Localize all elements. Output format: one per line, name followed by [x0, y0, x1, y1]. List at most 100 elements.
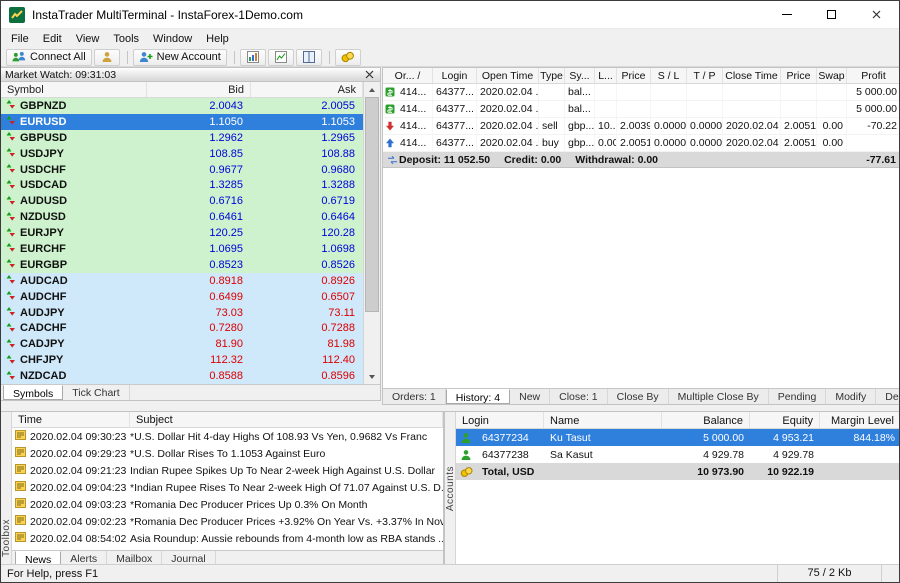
market-watch-row-eurchf[interactable]: EURCHF1.06951.0698 [1, 241, 363, 257]
orders-col-login[interactable]: Login [433, 68, 477, 83]
order-row[interactable]: 414...64377...2020.02.04 ...sellgbp...10… [383, 118, 900, 135]
order-row[interactable]: 414...64377...2020.02.04 ...bal...5 000.… [383, 101, 900, 118]
scroll-down-icon[interactable] [364, 369, 380, 384]
menu-item-help[interactable]: Help [199, 31, 236, 47]
news-row[interactable]: 2020.02.04 09:03:23*Romania Dec Producer… [12, 496, 443, 513]
news-col-time[interactable]: Time [12, 412, 130, 428]
accounts-col-margin-level[interactable]: Margin Level [820, 412, 900, 428]
tab-orders-1[interactable]: Orders: 1 [383, 389, 446, 404]
menu-item-view[interactable]: View [69, 31, 107, 47]
market-watch-row-audchf[interactable]: AUDCHF0.64990.6507 [1, 289, 363, 305]
new-account-button[interactable]: New Account [133, 49, 227, 66]
order-row[interactable]: 414...64377...2020.02.04 ...bal...5 000.… [383, 84, 900, 101]
accounts-side-tab[interactable]: Accounts [445, 412, 456, 565]
orders-col-swap[interactable]: Swap [817, 68, 847, 83]
news-row[interactable]: 2020.02.04 08:54:02Asia Roundup: Aussie … [12, 530, 443, 547]
market-watch-row-audjpy[interactable]: AUDJPY73.0373.11 [1, 305, 363, 321]
close-button[interactable] [854, 1, 899, 28]
tab-modify[interactable]: Modify [826, 389, 876, 404]
market-watch-col-symbol[interactable]: Symbol [1, 82, 147, 97]
tab-mailbox[interactable]: Mailbox [107, 551, 162, 565]
tab-news[interactable]: News [15, 551, 61, 565]
accounts-col-balance[interactable]: Balance [662, 412, 750, 428]
market-watch-row-cadchf[interactable]: CADCHF0.72800.7288 [1, 320, 363, 336]
orders-col-l[interactable]: L... [595, 68, 617, 83]
tick-chart-button[interactable] [268, 49, 294, 66]
market-watch-row-gbpusd[interactable]: GBPUSD1.29621.2965 [1, 130, 363, 146]
market-watch-row-audcad[interactable]: AUDCAD0.89180.8926 [1, 273, 363, 289]
orders-col-close-time[interactable]: Close Time [723, 68, 781, 83]
market-watch-scrollbar[interactable] [363, 82, 380, 384]
orders-col-or[interactable]: Or... / [383, 68, 433, 83]
market-watch-row-eurgbp[interactable]: EURGBP0.85230.8526 [1, 257, 363, 273]
tab-pending[interactable]: Pending [769, 389, 827, 404]
market-watch-row-usdchf[interactable]: USDCHF0.96770.9680 [1, 162, 363, 178]
market-watch-row-usdcad[interactable]: USDCAD1.32851.3288 [1, 177, 363, 193]
orders-col-open-time[interactable]: Open Time [477, 68, 539, 83]
order-row[interactable]: 414...64377...2020.02.04 ...buygbp...0.0… [383, 135, 900, 152]
profile-button[interactable] [94, 49, 120, 66]
accounts-col-equity[interactable]: Equity [750, 412, 820, 428]
tab-tick-chart[interactable]: Tick Chart [63, 385, 129, 400]
orders-col-t-p[interactable]: T / P [687, 68, 723, 83]
ask-value: 0.9680 [251, 164, 363, 176]
orders-col-sy[interactable]: Sy... [565, 68, 595, 83]
order-cell [651, 101, 687, 117]
market-watch-row-usdjpy[interactable]: USDJPY108.85108.88 [1, 146, 363, 162]
news-row[interactable]: 2020.02.04 09:29:23*U.S. Dollar Rises To… [12, 445, 443, 462]
minimize-button[interactable] [764, 1, 809, 28]
tab-journal[interactable]: Journal [162, 551, 215, 565]
news-row[interactable]: 2020.02.04 09:04:23*Indian Rupee Rises T… [12, 479, 443, 496]
orders-col-type[interactable]: Type [539, 68, 565, 83]
menu-item-edit[interactable]: Edit [36, 31, 69, 47]
market-watch-col-ask[interactable]: Ask [251, 82, 363, 97]
news-row[interactable]: 2020.02.04 09:21:23Indian Rupee Spikes U… [12, 462, 443, 479]
tab-alerts[interactable]: Alerts [61, 551, 107, 565]
accounts-col-name[interactable]: Name [544, 412, 662, 428]
tab-delete[interactable]: Delete [876, 389, 900, 404]
symbol-label: USDCHF [20, 164, 66, 176]
market-watch-row-gbpnzd[interactable]: GBPNZD2.00432.0055 [1, 98, 363, 114]
orders-col-price[interactable]: Price [617, 68, 651, 83]
orders-col-profit[interactable]: Profit [847, 68, 900, 83]
orders-col-price[interactable]: Price [781, 68, 817, 83]
account-row-64377234[interactable]: 64377234Ku Tasut5 000.004 953.21844.18% [456, 429, 900, 446]
market-watch-row-cadjpy[interactable]: CADJPY81.9081.98 [1, 336, 363, 352]
news-row[interactable]: 2020.02.04 09:02:23*Romania Dec Producer… [12, 513, 443, 530]
tab-new[interactable]: New [510, 389, 550, 404]
tab-close-by[interactable]: Close By [608, 389, 669, 404]
deposits-button[interactable] [335, 49, 361, 66]
order-cell: 2020.02.04 ... [723, 135, 781, 151]
news-col-subject[interactable]: Subject [130, 412, 443, 428]
status-help-text: For Help, press F1 [1, 568, 777, 580]
accounts-col-login[interactable]: Login [456, 412, 544, 428]
scrollbar-thumb[interactable] [365, 97, 379, 312]
menu-item-file[interactable]: File [4, 31, 36, 47]
tab-symbols[interactable]: Symbols [3, 385, 63, 400]
toolbox-side-tab[interactable]: Toolbox [1, 412, 12, 565]
orders-col-s-l[interactable]: S / L [651, 68, 687, 83]
menu-item-window[interactable]: Window [146, 31, 199, 47]
market-watch-row-nzdcad[interactable]: NZDCAD0.85880.8596 [1, 368, 363, 384]
market-watch-col-bid[interactable]: Bid [147, 82, 251, 97]
tab-history-4[interactable]: History: 4 [446, 389, 510, 404]
market-watch-row-eurjpy[interactable]: EURJPY120.25120.28 [1, 225, 363, 241]
market-watch-row-nzdusd[interactable]: NZDUSD0.64610.6464 [1, 209, 363, 225]
layout-button[interactable] [296, 49, 322, 66]
market-watch-row-chfjpy[interactable]: CHFJPY112.32112.40 [1, 352, 363, 368]
market-watch-close-icon[interactable] [363, 69, 376, 81]
market-watch-row-eurusd[interactable]: EURUSD1.10501.1053 [1, 114, 363, 130]
order-cell: -70.22 [847, 118, 900, 134]
order-cell [617, 84, 651, 100]
ask-value: 120.28 [251, 227, 363, 239]
account-row-64377238[interactable]: 64377238Sa Kasut4 929.784 929.78 [456, 446, 900, 463]
menu-item-tools[interactable]: Tools [106, 31, 146, 47]
bar-chart-button[interactable] [240, 49, 266, 66]
tab-multiple-close-by[interactable]: Multiple Close By [669, 389, 769, 404]
connect-all-button[interactable]: Connect All [6, 49, 92, 66]
scroll-up-icon[interactable] [364, 82, 380, 97]
tab-close-1[interactable]: Close: 1 [550, 389, 608, 404]
news-row[interactable]: 2020.02.04 09:30:23*U.S. Dollar Hit 4-da… [12, 428, 443, 445]
market-watch-row-audusd[interactable]: AUDUSD0.67160.6719 [1, 193, 363, 209]
maximize-button[interactable] [809, 1, 854, 28]
